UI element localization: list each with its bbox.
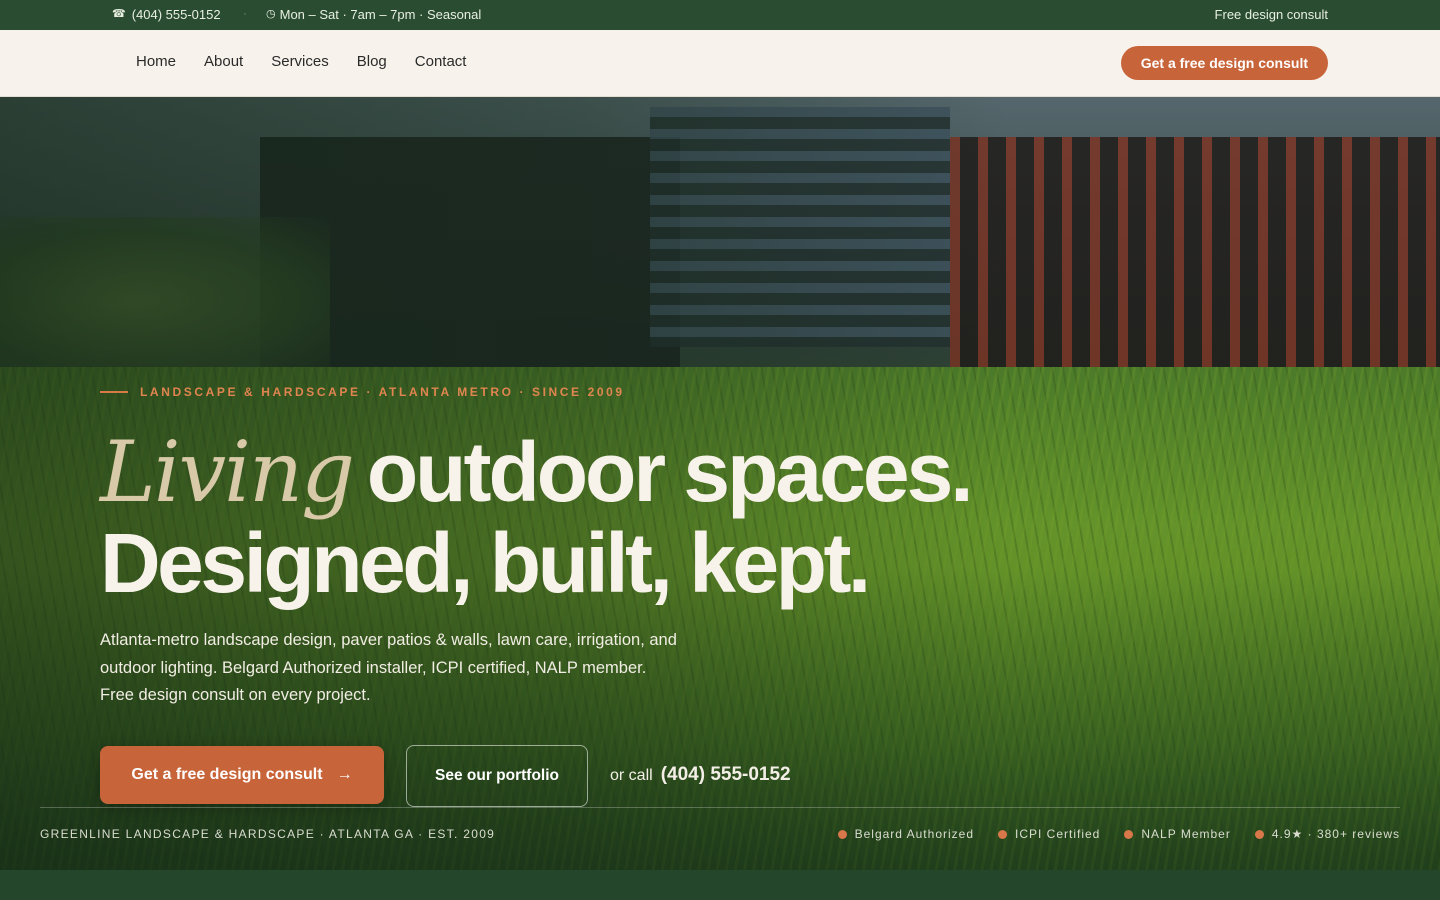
- hero-lede: Atlanta-metro landscape design, paver pa…: [100, 631, 677, 704]
- utility-hours: ◷ Mon – Sat · 7am – 7pm · Seasonal: [266, 7, 481, 22]
- badge-dot-icon: [1254, 829, 1264, 839]
- nav-link-about[interactable]: About: [204, 53, 243, 70]
- nav-link-contact[interactable]: Contact: [415, 53, 467, 70]
- eyebrow-text: LANDSCAPE & HARDSCAPE · ATLANTA METRO · …: [140, 385, 625, 399]
- clock-icon: ◷: [266, 8, 276, 20]
- badge-icpi: ICPI Certified: [998, 827, 1100, 841]
- arrow-right-icon: →: [336, 766, 353, 783]
- hero-section: LANDSCAPE & HARDSCAPE · ATLANTA METRO · …: [0, 97, 1440, 870]
- brand-line: GREENLINE LANDSCAPE & HARDSCAPE · ATLANT…: [40, 827, 496, 841]
- nav-link-blog[interactable]: Blog: [357, 53, 387, 70]
- badge-reviews: 4.9★ · 380+ reviews: [1254, 827, 1400, 841]
- badge-dot-icon: [998, 829, 1007, 839]
- badge-label: NALP Member: [1141, 827, 1231, 841]
- hero-consult-label: Get a free design consult: [131, 766, 323, 783]
- eyebrow-rule: [100, 391, 128, 393]
- trust-badges: Belgard Authorized ICPI Certified NALP M…: [837, 827, 1400, 841]
- headline-rest: outdoor spaces.: [366, 425, 974, 519]
- nav-link-home[interactable]: Home: [136, 53, 176, 70]
- headline-line-2: Designed, built, kept.: [100, 516, 871, 610]
- headline-italic: Living: [100, 423, 355, 521]
- badge-nalp: NALP Member: [1124, 827, 1230, 841]
- hero-divider: [40, 807, 1400, 808]
- badge-dot-icon: [837, 829, 847, 839]
- badge-belgard: Belgard Authorized: [837, 827, 974, 841]
- hero-phone-link[interactable]: (404) 555-0152: [661, 764, 791, 786]
- hero-call: or call (404) 555-0152: [610, 764, 791, 786]
- utility-hours-text: Mon – Sat · 7am – 7pm · Seasonal: [279, 7, 482, 22]
- portfolio-button[interactable]: See our portfolio: [406, 745, 588, 807]
- badge-label: 4.9★ · 380+ reviews: [1271, 827, 1400, 841]
- nav-link-services[interactable]: Services: [271, 53, 329, 70]
- hero-headline: Living outdoor spaces. Designed, built, k…: [100, 425, 974, 610]
- badge-label: ICPI Certified: [1015, 827, 1101, 841]
- nav-consult-button[interactable]: Get a free design consult: [1120, 46, 1328, 80]
- next-section-edge: [0, 870, 1440, 900]
- utility-phone[interactable]: ☎ (404) 555-0152: [112, 7, 221, 22]
- or-call-label: or call: [610, 767, 653, 784]
- utility-bar: ☎ (404) 555-0152 · ◷ Mon – Sat · 7am – 7…: [0, 0, 1440, 30]
- nav-links: Home About Services Blog Contact: [136, 53, 466, 70]
- hero-consult-button[interactable]: Get a free design consult →: [100, 746, 384, 804]
- main-nav: Home About Services Blog Contact Get a f…: [0, 30, 1440, 97]
- utility-consult-link[interactable]: Free design consult: [1215, 7, 1328, 22]
- utility-phone-number: (404) 555-0152: [131, 7, 221, 22]
- utility-separator: ·: [243, 6, 247, 20]
- badge-label: Belgard Authorized: [854, 827, 974, 841]
- headline-line-1: Living outdoor spaces.: [100, 425, 974, 519]
- phone-icon: ☎: [112, 8, 126, 20]
- hero-eyebrow: LANDSCAPE & HARDSCAPE · ATLANTA METRO · …: [100, 385, 625, 399]
- badge-dot-icon: [1124, 829, 1134, 839]
